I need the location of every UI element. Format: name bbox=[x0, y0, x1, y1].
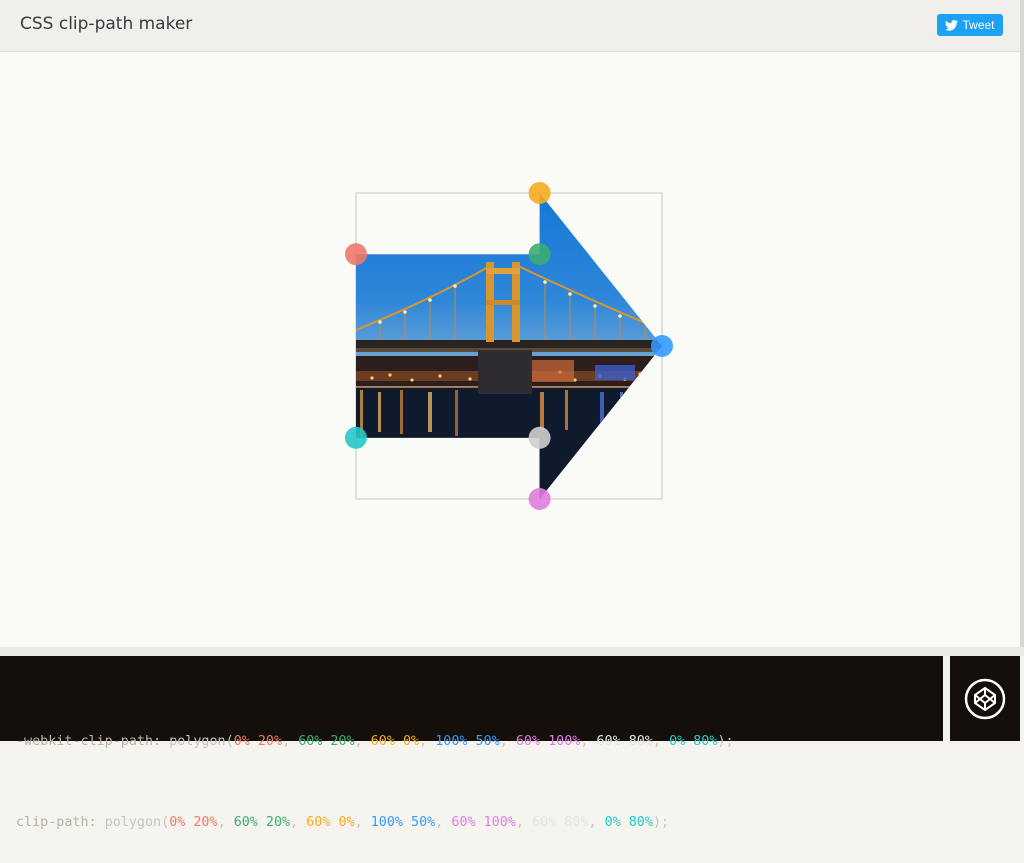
point-value-7: 0% 80% bbox=[669, 734, 718, 749]
point-value-6: 60% 80% bbox=[532, 815, 589, 830]
point-separator: , bbox=[588, 815, 605, 830]
point-separator: , bbox=[499, 734, 516, 749]
webkit-points: 0% 20%, 60% 20%, 60% 0%, 100% 50%, 60% 1… bbox=[234, 734, 718, 749]
point-value-1: 0% 20% bbox=[169, 815, 218, 830]
point-value-2: 60% 20% bbox=[233, 815, 291, 830]
polygon-close-2: ); bbox=[652, 815, 670, 830]
scrollbar[interactable] bbox=[1020, 0, 1024, 650]
point-separator: , bbox=[290, 815, 307, 830]
clip-path-line: clip-path: polygon(0% 20%, 60% 20%, 60% … bbox=[16, 809, 927, 836]
point-value-3: 60% 0% bbox=[370, 734, 420, 749]
point-separator: , bbox=[419, 734, 436, 749]
css-output[interactable]: -webkit-clip-path: polygon(0% 20%, 60% 2… bbox=[0, 656, 943, 830]
clip-path-stage bbox=[345, 182, 673, 510]
point-value-7: 0% 80% bbox=[604, 815, 653, 830]
polygon-open-2: polygon( bbox=[104, 815, 170, 830]
point-value-3: 60% 0% bbox=[306, 815, 355, 830]
point-value-5: 60% 100% bbox=[515, 734, 581, 749]
point-value-6: 60% 80% bbox=[596, 734, 653, 749]
point-value-4: 100% 50% bbox=[370, 815, 436, 830]
point-separator: , bbox=[435, 815, 452, 830]
app-title: CSS clip-path maker bbox=[20, 14, 193, 34]
point-value-2: 60% 20% bbox=[298, 734, 355, 749]
polygon-handle-5[interactable] bbox=[528, 488, 551, 510]
tweet-button[interactable]: Tweet bbox=[937, 14, 1003, 36]
polygon-close: ); bbox=[717, 734, 734, 749]
polygon-handle-6[interactable] bbox=[528, 426, 551, 449]
polygon-handle-4[interactable] bbox=[651, 335, 673, 357]
polygon-open: polygon( bbox=[169, 734, 234, 749]
clipped-image bbox=[356, 193, 662, 499]
webkit-property: -webkit-clip-path: bbox=[16, 734, 162, 749]
twitter-bird-icon bbox=[945, 19, 959, 31]
point-separator: , bbox=[515, 815, 532, 830]
polygon-handle-1[interactable] bbox=[345, 243, 367, 266]
property: clip-path: bbox=[16, 815, 97, 830]
tweet-label: Tweet bbox=[962, 18, 995, 32]
point-separator: , bbox=[217, 815, 234, 830]
webkit-clip-path-line: -webkit-clip-path: polygon(0% 20%, 60% 2… bbox=[16, 728, 927, 755]
point-separator: , bbox=[580, 734, 597, 749]
point-value-1: 0% 20% bbox=[233, 734, 283, 749]
panel-divider bbox=[0, 647, 1024, 656]
polygon-handle-3[interactable] bbox=[528, 182, 551, 204]
point-value-4: 100% 50% bbox=[435, 734, 500, 749]
point-value-5: 60% 100% bbox=[451, 815, 516, 830]
point-separator: , bbox=[354, 734, 371, 749]
points: 0% 20%, 60% 20%, 60% 0%, 100% 50%, 60% 1… bbox=[169, 815, 653, 830]
polygon-handle-7[interactable] bbox=[345, 426, 367, 449]
point-separator: , bbox=[282, 734, 299, 749]
editor-canvas bbox=[0, 53, 1020, 647]
codepen-logo-icon bbox=[964, 678, 1006, 719]
point-separator: , bbox=[354, 815, 371, 830]
app-header: CSS clip-path maker Tweet bbox=[0, 0, 1020, 52]
polygon-handle-2[interactable] bbox=[528, 243, 551, 266]
codepen-button[interactable] bbox=[950, 656, 1020, 741]
point-separator: , bbox=[652, 734, 670, 749]
